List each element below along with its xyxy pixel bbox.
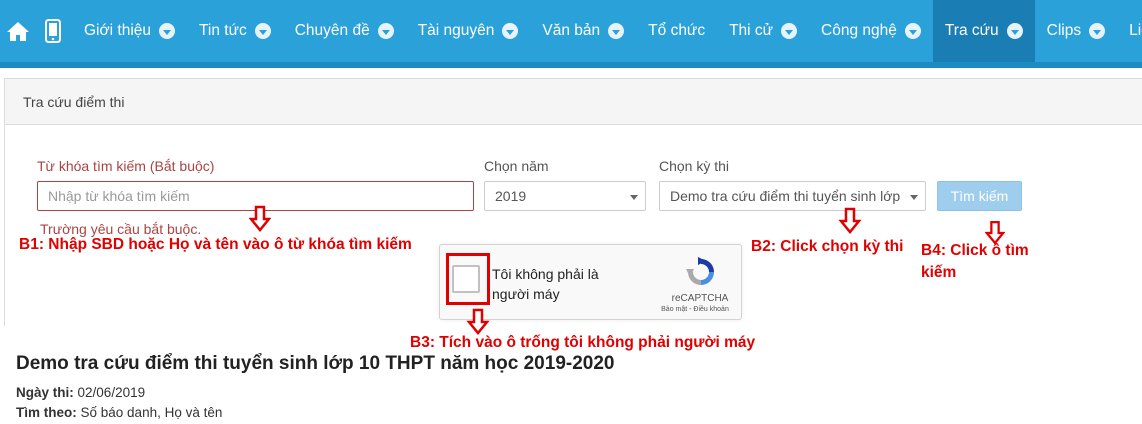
annotation-step-4-line1: B4: Click ô tìm (921, 242, 1029, 259)
nav-item-label: Văn bản (542, 22, 601, 39)
select-caret-icon (630, 195, 638, 200)
nav-list: Giới thiệu Tin tức Chuyên đề Tài nguyên … (0, 0, 1142, 62)
nav-item-label: Thi cử (729, 22, 774, 39)
keyword-error-text: Trường yêu cầu bắt buộc. (40, 221, 202, 237)
chevron-down-icon (159, 23, 176, 39)
nav-item-cong-nghe[interactable]: Công nghệ (809, 0, 933, 62)
annotation-step-4-line2: kiếm (921, 264, 957, 281)
year-select[interactable]: 2019 (484, 181, 646, 211)
recaptcha-links[interactable]: Bảo mật - Điều khoản (652, 306, 738, 313)
nav-item-tra-cuu[interactable]: Tra cứu (932, 0, 1035, 62)
nav-item-label: Công nghệ (821, 22, 897, 39)
exam-search-by-label: Tìm theo: (16, 405, 77, 420)
year-select-value: 2019 (495, 188, 527, 204)
chevron-down-icon (1089, 23, 1106, 39)
nav-mobile[interactable] (34, 0, 72, 62)
mobile-phone-icon (45, 19, 61, 43)
annotation-arrow-down-icon (838, 207, 862, 234)
keyword-label: Từ khóa tìm kiếm (Bắt buộc) (37, 158, 215, 174)
nav-item-label: Tài nguyên (417, 22, 495, 39)
annotation-arrow-down-icon (249, 205, 271, 232)
nav-item-clips[interactable]: Clips (1035, 0, 1117, 62)
nav-item-label: Tin tức (199, 22, 247, 39)
nav-item-label: Tổ chức (648, 22, 706, 39)
exam-date-value: 02/06/2019 (77, 385, 146, 400)
nav-item-tin-tuc[interactable]: Tin tức (187, 0, 283, 62)
recaptcha-brand: reCAPTCHA (671, 293, 729, 304)
annotation-step-3: B3: Tích vào ô trống tôi không phải ngườ… (410, 334, 756, 351)
annotation-step-1: B1: Nhập SBD hoặc Họ và tên vào ô từ khó… (19, 236, 412, 253)
exam-title: Demo tra cứu điểm thi tuyển sinh lớp 10 … (16, 353, 615, 374)
exam-label: Chọn kỳ thi (659, 158, 730, 174)
annotation-arrow-down-icon (466, 308, 490, 335)
annotation-highlight-box (446, 253, 490, 305)
nav-item-van-ban[interactable]: Văn bản (530, 0, 636, 62)
nav-item-thi-cu[interactable]: Thi cử (717, 0, 809, 62)
home-icon (7, 22, 29, 41)
nav-item-lien-he[interactable]: Liên hệ (1117, 0, 1142, 62)
exam-date-label: Ngày thi: (16, 385, 74, 400)
nav-item-label: Giới thiệu (84, 22, 152, 39)
exam-select-value: Demo tra cứu điểm thi tuyển sinh lớp (670, 188, 901, 204)
exam-search-by-value: Số báo danh, Họ và tên (80, 405, 223, 420)
annotation-step-2: B2: Click chọn kỳ thi (751, 238, 904, 255)
nav-item-label: Tra cứu (944, 22, 999, 39)
chevron-down-icon (781, 23, 798, 39)
nav-item-gioi-thieu[interactable]: Giới thiệu (72, 0, 187, 62)
chevron-down-icon (254, 23, 271, 39)
recaptcha-text: Tôi không phải là người máy (492, 266, 599, 302)
chevron-down-icon (904, 23, 921, 39)
chevron-down-icon (502, 23, 519, 39)
select-caret-icon (910, 195, 918, 200)
panel-title: Tra cứu điểm thi (5, 79, 1142, 125)
exam-search-by-line: Tìm theo: Số báo danh, Họ và tên (16, 405, 222, 420)
chevron-down-icon (1006, 23, 1023, 39)
search-button[interactable]: Tìm kiếm (937, 181, 1022, 211)
nav-item-label: Liên hệ (1129, 22, 1142, 39)
nav-item-tai-nguyen[interactable]: Tài nguyên (406, 0, 531, 62)
nav-item-label: Clips (1046, 22, 1082, 39)
recaptcha-logo-icon (686, 257, 714, 285)
chevron-down-icon (608, 23, 625, 39)
nav-item-chuyen-de[interactable]: Chuyên đề (283, 0, 406, 62)
nav-item-to-chuc[interactable]: Tổ chức (636, 0, 717, 62)
chevron-down-icon (377, 23, 394, 39)
exam-date-line: Ngày thi: 02/06/2019 (16, 385, 145, 400)
main-navbar: Giới thiệu Tin tức Chuyên đề Tài nguyên … (0, 0, 1142, 68)
exam-select[interactable]: Demo tra cứu điểm thi tuyển sinh lớp (659, 181, 926, 211)
nav-home[interactable] (2, 0, 34, 62)
nav-item-label: Chuyên đề (294, 22, 370, 39)
year-label: Chọn năm (484, 158, 549, 174)
